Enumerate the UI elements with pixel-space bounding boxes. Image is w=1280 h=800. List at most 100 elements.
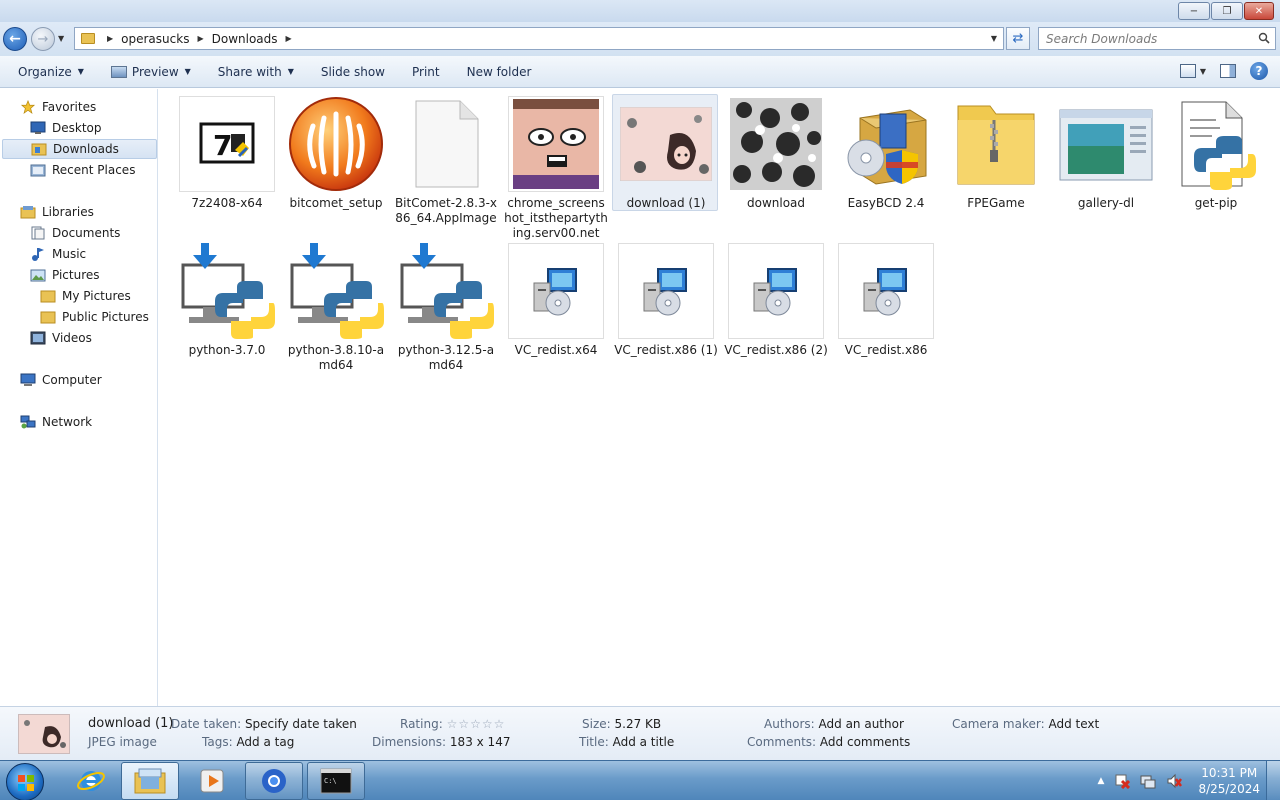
- blank-file-icon: [398, 96, 494, 192]
- close-button[interactable]: ✕: [1244, 2, 1274, 20]
- organize-button[interactable]: Organize ▼: [10, 60, 92, 84]
- nav-desktop[interactable]: Desktop: [30, 118, 102, 138]
- slide-show-button[interactable]: Slide show: [313, 60, 393, 84]
- details-pane: download (1) JPEG image Date taken: Spec…: [0, 706, 1280, 760]
- file-list[interactable]: 7 7z2408-x64 bitcomet_setup BitComet-2.8…: [159, 89, 1280, 706]
- forward-button[interactable]: →: [31, 27, 55, 51]
- pictures-icon: [30, 269, 46, 282]
- search-icon[interactable]: [1258, 32, 1270, 44]
- desktop-icon: [30, 121, 46, 134]
- network-status-icon[interactable]: [1140, 773, 1156, 789]
- clock[interactable]: 10:31 PM 8/25/2024: [1198, 765, 1260, 797]
- videos-icon: [30, 331, 46, 345]
- msi-installer-icon: [508, 243, 604, 339]
- print-button[interactable]: Print: [404, 60, 448, 84]
- nav-videos-label: Videos: [52, 331, 92, 345]
- file-item[interactable]: VC_redist.x86 (2): [724, 243, 828, 358]
- title-value[interactable]: Add a title: [613, 735, 675, 749]
- nav-recent-places[interactable]: Recent Places: [30, 160, 135, 180]
- action-center-icon[interactable]: [1114, 773, 1131, 789]
- taskbar-command-prompt[interactable]: C:\: [307, 762, 365, 800]
- breadcrumb-separator-icon[interactable]: ▶: [286, 34, 292, 43]
- file-item[interactable]: chrome_screenshot_itsthepartything.serv0…: [504, 96, 608, 241]
- preview-pane-icon[interactable]: [1220, 64, 1236, 78]
- nav-music[interactable]: Music: [30, 244, 86, 264]
- tray-expand-icon[interactable]: ▲: [1098, 776, 1105, 786]
- breadcrumb-downloads[interactable]: Downloads: [212, 32, 278, 46]
- maximize-button[interactable]: ❐: [1211, 2, 1243, 20]
- breadcrumb-separator-icon[interactable]: ▶: [107, 34, 113, 43]
- file-item[interactable]: gallery-dl: [1054, 96, 1158, 211]
- new-folder-button[interactable]: New folder: [459, 60, 540, 84]
- rating-field: Rating: ☆☆☆☆☆: [400, 717, 505, 731]
- nav-computer-label: Computer: [42, 373, 102, 387]
- navigation-pane: Favorites Desktop Downloads Recent Place…: [0, 89, 158, 706]
- camera-maker-value[interactable]: Add text: [1048, 717, 1099, 731]
- nav-computer[interactable]: Computer: [20, 370, 102, 390]
- taskbar-internet-explorer[interactable]: [62, 762, 120, 800]
- nav-my-pictures[interactable]: My Pictures: [40, 286, 131, 306]
- file-item[interactable]: VC_redist.x86: [834, 243, 938, 358]
- windows-logo-icon: [18, 775, 34, 791]
- share-with-button[interactable]: Share with ▼: [210, 60, 302, 84]
- nav-public-pictures[interactable]: Public Pictures: [40, 307, 149, 327]
- date-taken-value[interactable]: Specify date taken: [245, 717, 357, 731]
- breadcrumb-operasucks[interactable]: operasucks: [121, 32, 189, 46]
- nav-documents[interactable]: Documents: [30, 223, 120, 243]
- taskbar-media-player[interactable]: [184, 762, 242, 800]
- nav-downloads[interactable]: Downloads: [2, 139, 157, 159]
- bitcomet-icon: [288, 96, 384, 192]
- file-item[interactable]: VC_redist.x64: [504, 243, 608, 358]
- file-item-selected[interactable]: download (1): [612, 94, 718, 211]
- breadcrumb-separator-icon[interactable]: ▶: [197, 34, 203, 43]
- search-box[interactable]: [1038, 27, 1276, 50]
- downloads-folder-icon: [31, 143, 47, 156]
- tags-value[interactable]: Add a tag: [236, 735, 294, 749]
- volume-muted-icon[interactable]: [1166, 773, 1183, 789]
- file-item[interactable]: EasyBCD 2.4: [834, 96, 938, 211]
- file-item[interactable]: bitcomet_setup: [284, 96, 388, 211]
- file-item[interactable]: BitComet-2.8.3-x86_64.AppImage: [394, 96, 498, 226]
- print-label: Print: [411, 64, 440, 79]
- file-item[interactable]: python-3.7.0: [175, 243, 279, 358]
- file-item[interactable]: download: [724, 96, 828, 211]
- msi-installer-icon: [728, 243, 824, 339]
- change-view-icon[interactable]: [1179, 64, 1196, 78]
- file-name: BitComet-2.8.3-x86_64.AppImage: [394, 196, 498, 225]
- file-item[interactable]: get-pip: [1164, 96, 1268, 211]
- authors-value[interactable]: Add an author: [819, 717, 904, 731]
- msi-installer-icon: [618, 243, 714, 339]
- nav-videos[interactable]: Videos: [30, 328, 92, 348]
- comments-value[interactable]: Add comments: [820, 735, 910, 749]
- recent-pages-dropdown[interactable]: ▼: [58, 34, 64, 43]
- nav-network[interactable]: Network: [20, 412, 92, 432]
- file-item[interactable]: python-3.8.10-amd64: [284, 243, 388, 373]
- back-button[interactable]: ←: [3, 27, 27, 51]
- rating-stars-icon[interactable]: ☆☆☆☆☆: [447, 717, 506, 731]
- file-item[interactable]: VC_redist.x86 (1): [614, 243, 718, 358]
- refresh-button[interactable]: ⇄: [1006, 27, 1030, 50]
- address-history-dropdown[interactable]: ▼: [991, 34, 997, 43]
- show-desktop-button[interactable]: [1266, 761, 1280, 800]
- view-options-dropdown-icon[interactable]: ▼: [1200, 67, 1206, 76]
- taskbar-windows-explorer[interactable]: [121, 762, 179, 800]
- 7zip-installer-icon: 7: [179, 96, 275, 192]
- start-button[interactable]: [6, 763, 44, 800]
- folder-icon: [40, 290, 56, 303]
- nav-libraries[interactable]: Libraries: [20, 202, 94, 222]
- search-input[interactable]: [1046, 31, 1251, 46]
- file-item[interactable]: python-3.12.5-amd64: [394, 243, 498, 373]
- file-name: get-pip: [1194, 196, 1238, 210]
- preview-button[interactable]: Preview ▼: [103, 60, 199, 84]
- minimize-button[interactable]: −: [1178, 2, 1210, 20]
- zip-folder-icon: [948, 96, 1044, 192]
- address-bar[interactable]: ▶ operasucks ▶ Downloads ▶ ▼: [74, 27, 1004, 50]
- file-name: python-3.7.0: [188, 343, 266, 357]
- taskbar-chromium[interactable]: [245, 762, 303, 800]
- dimensions-field: Dimensions: 183 x 147: [372, 735, 510, 749]
- file-item[interactable]: 7 7z2408-x64: [175, 96, 279, 211]
- nav-pictures[interactable]: Pictures: [30, 265, 100, 285]
- help-icon[interactable]: ?: [1250, 62, 1268, 80]
- nav-favorites[interactable]: Favorites: [20, 97, 96, 117]
- file-item[interactable]: FPEGame: [944, 96, 1048, 211]
